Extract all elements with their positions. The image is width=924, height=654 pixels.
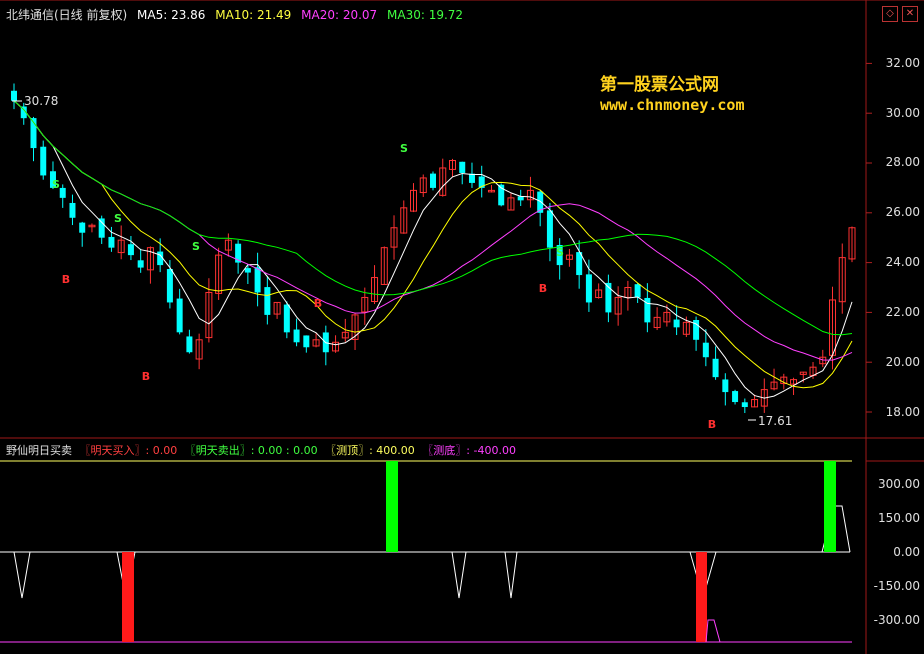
candle-body-down (712, 358, 719, 378)
indicator-dip (451, 551, 467, 599)
candle-body-down (79, 222, 86, 233)
candle-body-down (732, 391, 739, 403)
ma5-line (13, 100, 853, 399)
indicator-tick: 150.00 (878, 511, 920, 525)
price-tick: 18.00 (885, 405, 920, 419)
ma30-label: MA30: 19.72 (387, 8, 464, 22)
candle-body-down (127, 244, 134, 256)
indicator-tick: 0.00 (893, 545, 920, 559)
candle-body-down (459, 161, 466, 173)
watermark-url: www.chnmoney.com (600, 96, 745, 114)
price-tick: 32.00 (885, 56, 920, 70)
candle-body-down (585, 274, 592, 303)
ma5-label: MA5: 23.86 (137, 8, 206, 22)
ma20-label: MA20: 20.07 (301, 8, 378, 22)
low-annotation: 17.61 (758, 414, 792, 428)
candle-body-down (254, 267, 261, 293)
buy-signal-label: B (708, 418, 716, 431)
close-icon[interactable]: ✕ (902, 6, 918, 22)
candle-body-down (293, 329, 300, 343)
sell-bar (386, 461, 398, 552)
candle-body-down (244, 268, 251, 273)
indicator-header: 野仙明日买卖 〖明天买入〗: 0.00 〖明天卖出〗: 0.00 : 0.00 … (6, 442, 520, 458)
indicator-tick: -300.00 (873, 613, 920, 627)
candle-body-down (108, 236, 115, 248)
sell-signal-label: S (192, 240, 200, 253)
price-tick: 22.00 (885, 305, 920, 319)
buy-signal-label: B (539, 282, 547, 295)
candle-body-down (283, 304, 290, 333)
candle-body-down (98, 218, 105, 238)
candle-body-down (741, 402, 748, 408)
settings-icon[interactable]: ◇ (882, 6, 898, 22)
sell-signal-label: S (556, 246, 564, 259)
moving-averages (13, 100, 853, 399)
sell-signal-label: S (114, 212, 122, 225)
candle-body-down (59, 187, 66, 198)
sell-signal-label: S (52, 178, 60, 191)
candle-body-down (303, 335, 310, 348)
security-title: 北纬通信(日线 前复权) (6, 8, 128, 22)
kline-chart-window[interactable]: B B B B B S S S S S 30.78 17.61 北纬通信(日线 前复权) MA5:… (0, 0, 924, 654)
watermark-title: 第一股票公式网 (600, 75, 719, 95)
indicator-dip (13, 551, 31, 599)
buy-bar (696, 552, 707, 642)
price-grid (866, 62, 872, 413)
price-tick: 20.00 (885, 355, 920, 369)
candle-body-down (702, 342, 709, 358)
ma10-line (13, 100, 853, 389)
buy-bar (122, 552, 134, 642)
indicator-name: 野仙明日买卖 (6, 444, 72, 457)
candle-body-down (546, 210, 553, 248)
candle-body-down (186, 336, 193, 353)
indicator-magenta-spike (705, 619, 721, 643)
sell-bar (824, 461, 836, 552)
sell-signal-label: S (400, 142, 408, 155)
buy-signal-label: B (314, 297, 322, 310)
window-controls: ◇ ✕ (882, 6, 918, 22)
candle-body-down (468, 173, 475, 183)
high-annotation: 30.78 (24, 94, 58, 108)
indicator-dip (504, 551, 518, 599)
indicator-sell-label: 〖明天卖出〗: 0.00 : 0.00 (184, 444, 318, 457)
candle-body-down (673, 319, 680, 328)
candle-body-down (264, 287, 271, 315)
price-tick: 28.00 (885, 155, 920, 169)
chart-header: 北纬通信(日线 前复权) MA5: 23.86 MA10: 21.49 MA20… (6, 6, 469, 23)
indicator-top-label: 〖测顶〗: 400.00 (325, 444, 415, 457)
price-tick: 26.00 (885, 205, 920, 219)
candle-body-down (137, 260, 144, 268)
indicator-tick: -150.00 (873, 579, 920, 593)
candle-body-down (722, 379, 729, 393)
indicator-buy-label: 〖明天买入〗: 0.00 (79, 444, 178, 457)
candle-body-down (40, 146, 47, 176)
ma10-label: MA10: 21.49 (215, 8, 292, 22)
candle-body-down (166, 269, 173, 303)
candle-body-down (69, 202, 76, 218)
price-tick: 30.00 (885, 106, 920, 120)
chart-canvas[interactable]: B B B B B S S S S S 30.78 17.61 (0, 0, 924, 654)
indicator-pane[interactable] (0, 460, 852, 643)
candle-body-down (430, 173, 436, 188)
candle-body-down (634, 284, 641, 298)
ma30-line (13, 100, 853, 336)
buy-signal-label: B (142, 370, 150, 383)
candle-body-down (11, 90, 17, 101)
signal-markers: B B B B B S S S S S (52, 142, 716, 431)
buy-signal-label: B (62, 273, 70, 286)
indicator-tick: 300.00 (878, 477, 920, 491)
indicator-bottom-label: 〖测底〗: -400.00 (422, 444, 516, 457)
candle-body-down (176, 298, 183, 333)
price-tick: 24.00 (885, 255, 920, 269)
